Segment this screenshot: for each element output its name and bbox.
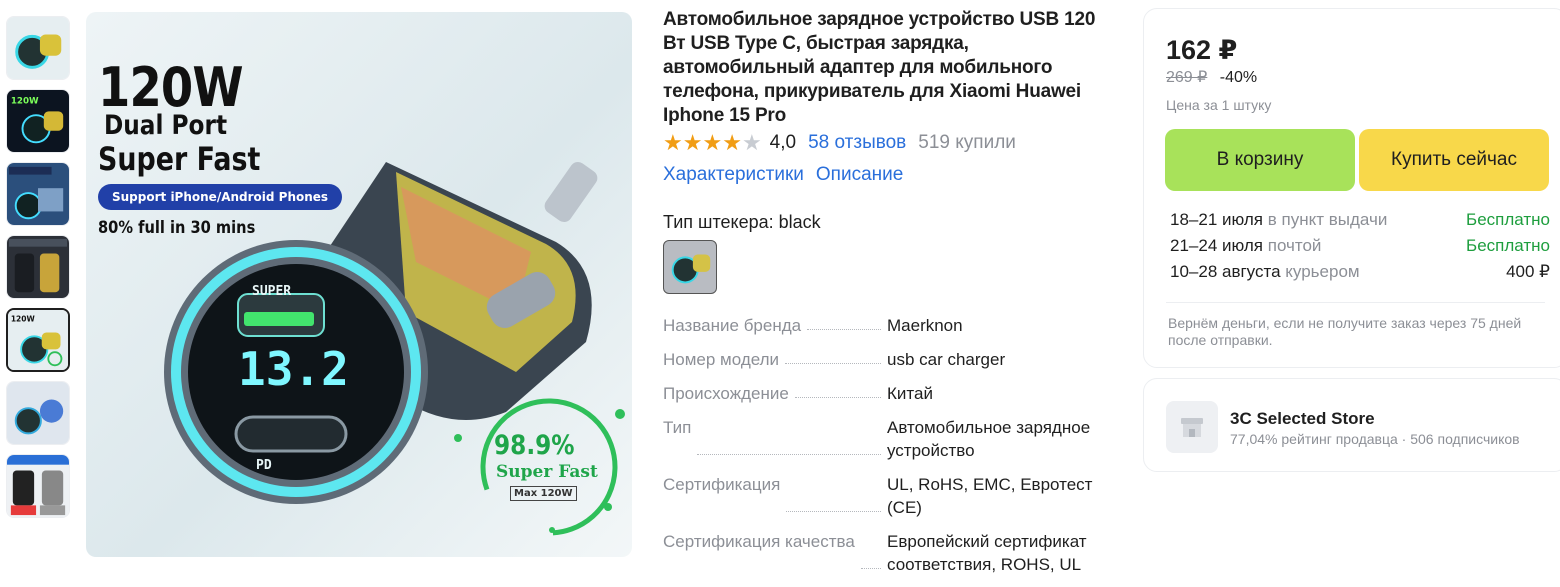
spec-value: UL, RoHS, EMC, Евротест (CE)	[887, 475, 1093, 517]
spec-row: Номер модели usb car charger	[663, 348, 1113, 371]
store-icon	[1166, 401, 1218, 453]
product-title: Автомобильное зарядное устройство USB 12…	[663, 9, 1096, 126]
store-rating: 77,04% рейтинг продавца	[1230, 431, 1398, 447]
svg-text:120W: 120W	[11, 97, 39, 107]
badge-max-power: Max 120W	[510, 486, 577, 501]
spec-name: Название бренда	[663, 316, 802, 335]
delivery-date: 10–28 августа	[1170, 262, 1281, 281]
delivery-method: в пункт выдачи	[1267, 210, 1388, 229]
spec-dots	[860, 530, 881, 569]
current-price: 162 ₽	[1166, 35, 1238, 65]
thumbnail[interactable]	[6, 454, 70, 518]
spec-dots	[697, 416, 881, 455]
variant-option-black[interactable]	[663, 240, 717, 294]
bought-count: 519 купили	[918, 132, 1016, 153]
spec-dots	[785, 348, 881, 364]
thumbnail[interactable]	[6, 16, 70, 80]
rating-stars: ★ ★ ★ ★ ★	[663, 132, 762, 154]
spec-row: Происхождение Китай	[663, 382, 1113, 405]
spec-name: Сертификация	[663, 475, 781, 494]
delivery-row: 10–28 августа курьером 400 ₽	[1170, 259, 1550, 285]
buy-now-button[interactable]: Купить сейчас	[1359, 129, 1549, 191]
star-full-icon: ★	[702, 130, 723, 155]
spec-dots	[807, 314, 881, 330]
delivery-method: почтой	[1267, 236, 1322, 255]
main-product-image[interactable]: 120W Dual Port Super Fast Support iPhone…	[86, 12, 632, 557]
store-card[interactable]: 3C Selected Store 77,04% рейтинг продавц…	[1143, 378, 1560, 472]
spec-name: Тип	[663, 418, 692, 437]
star-full-icon: ★	[682, 130, 703, 155]
specs-list: Название бренда Maerknon Номер модели us…	[663, 314, 1113, 587]
image-full-charge-text: 80% full in 30 mins	[98, 218, 256, 238]
thumbnail[interactable]: 120W	[6, 89, 70, 153]
spec-row: Название бренда Maerknon	[663, 314, 1113, 337]
spec-value: Китай	[887, 384, 933, 403]
star-full-icon: ★	[722, 130, 742, 155]
plug-type-label: Тип штекера: black	[663, 212, 821, 232]
charger-display-readout: 13.2	[238, 342, 349, 396]
discount-badge: -40%	[1219, 69, 1258, 86]
delivery-cost: Бесплатно	[1466, 236, 1550, 255]
spec-name: Номер модели	[663, 350, 780, 369]
old-price: 269 ₽	[1166, 69, 1208, 86]
spec-row: Тип Автомобильное зарядное устройство	[663, 416, 1113, 462]
spec-value: Maerknon	[887, 316, 963, 335]
delivery-row: 21–24 июля почтой Бесплатно	[1170, 233, 1550, 259]
add-to-cart-button[interactable]: В корзину	[1165, 129, 1355, 191]
port-label-super: SUPER	[252, 284, 292, 299]
thumbnail-selected[interactable]: 120W	[6, 308, 70, 372]
purchase-card: 162 ₽ 269 ₽ -40% Цена за 1 штуку В корзи…	[1143, 8, 1560, 368]
divider	[1166, 302, 1545, 303]
section-links: Характеристики Описание	[663, 164, 903, 186]
image-line-dual-port: Dual Port	[104, 110, 228, 141]
store-subscribers: 506 подписчиков	[1410, 431, 1520, 447]
badge-efficiency: 98.9%	[494, 430, 575, 461]
port-label-pd: PD	[256, 458, 272, 473]
delivery-cost: 400 ₽	[1506, 262, 1550, 281]
spec-value: Европейский сертификат соответствия, ROH…	[887, 532, 1087, 574]
separator-dot: ·	[1401, 431, 1411, 447]
spec-dots	[786, 473, 881, 512]
delivery-cost: Бесплатно	[1466, 210, 1550, 229]
image-support-pill: Support iPhone/Android Phones	[98, 184, 343, 210]
store-meta: 77,04% рейтинг продавца · 506 подписчико…	[1230, 431, 1520, 447]
characteristics-link[interactable]: Характеристики	[663, 164, 804, 186]
rating-value: 4,0	[769, 132, 797, 153]
store-name[interactable]: 3C Selected Store	[1230, 409, 1375, 429]
badge-super-fast: Super Fast	[496, 462, 598, 482]
thumbnail[interactable]	[6, 235, 70, 299]
refund-note: Вернём деньги, если не получите заказ че…	[1168, 315, 1522, 348]
svg-text:120W: 120W	[11, 314, 36, 323]
delivery-date: 18–21 июля	[1170, 210, 1263, 229]
thumbnail[interactable]	[6, 381, 70, 445]
thumbnail-list: 120W 120W	[6, 16, 72, 527]
delivery-date: 21–24 июля	[1170, 236, 1263, 255]
delivery-row: 18–21 июля в пункт выдачи Бесплатно	[1170, 207, 1550, 233]
description-link[interactable]: Описание	[816, 164, 903, 186]
spec-value: Автомобильное зарядное устройство	[887, 418, 1091, 460]
spec-row: Сертификация качества Европейский сертиф…	[663, 530, 1113, 576]
delivery-options: 18–21 июля в пункт выдачи Бесплатно 21–2…	[1170, 207, 1550, 285]
spec-row: Сертификация UL, RoHS, EMC, Евротест (CE…	[663, 473, 1113, 519]
old-price-row: 269 ₽ -40%	[1166, 67, 1257, 87]
star-full-icon: ★	[663, 130, 683, 155]
unit-price-note: Цена за 1 штуку	[1166, 97, 1272, 113]
delivery-method: курьером	[1285, 262, 1360, 281]
reviews-link[interactable]: 58 отзывов	[808, 132, 906, 154]
spec-value: usb car charger	[887, 350, 1006, 369]
star-empty-icon: ★	[741, 130, 762, 155]
thumbnail[interactable]	[6, 162, 70, 226]
spec-dots	[794, 382, 881, 398]
image-line-super-fast: Super Fast	[98, 140, 261, 178]
spec-name: Сертификация качества	[663, 532, 855, 551]
rating-row: ★ ★ ★ ★ ★ 4,0 58 отзывов 519 купили	[663, 132, 1016, 154]
spec-name: Происхождение	[663, 384, 789, 403]
